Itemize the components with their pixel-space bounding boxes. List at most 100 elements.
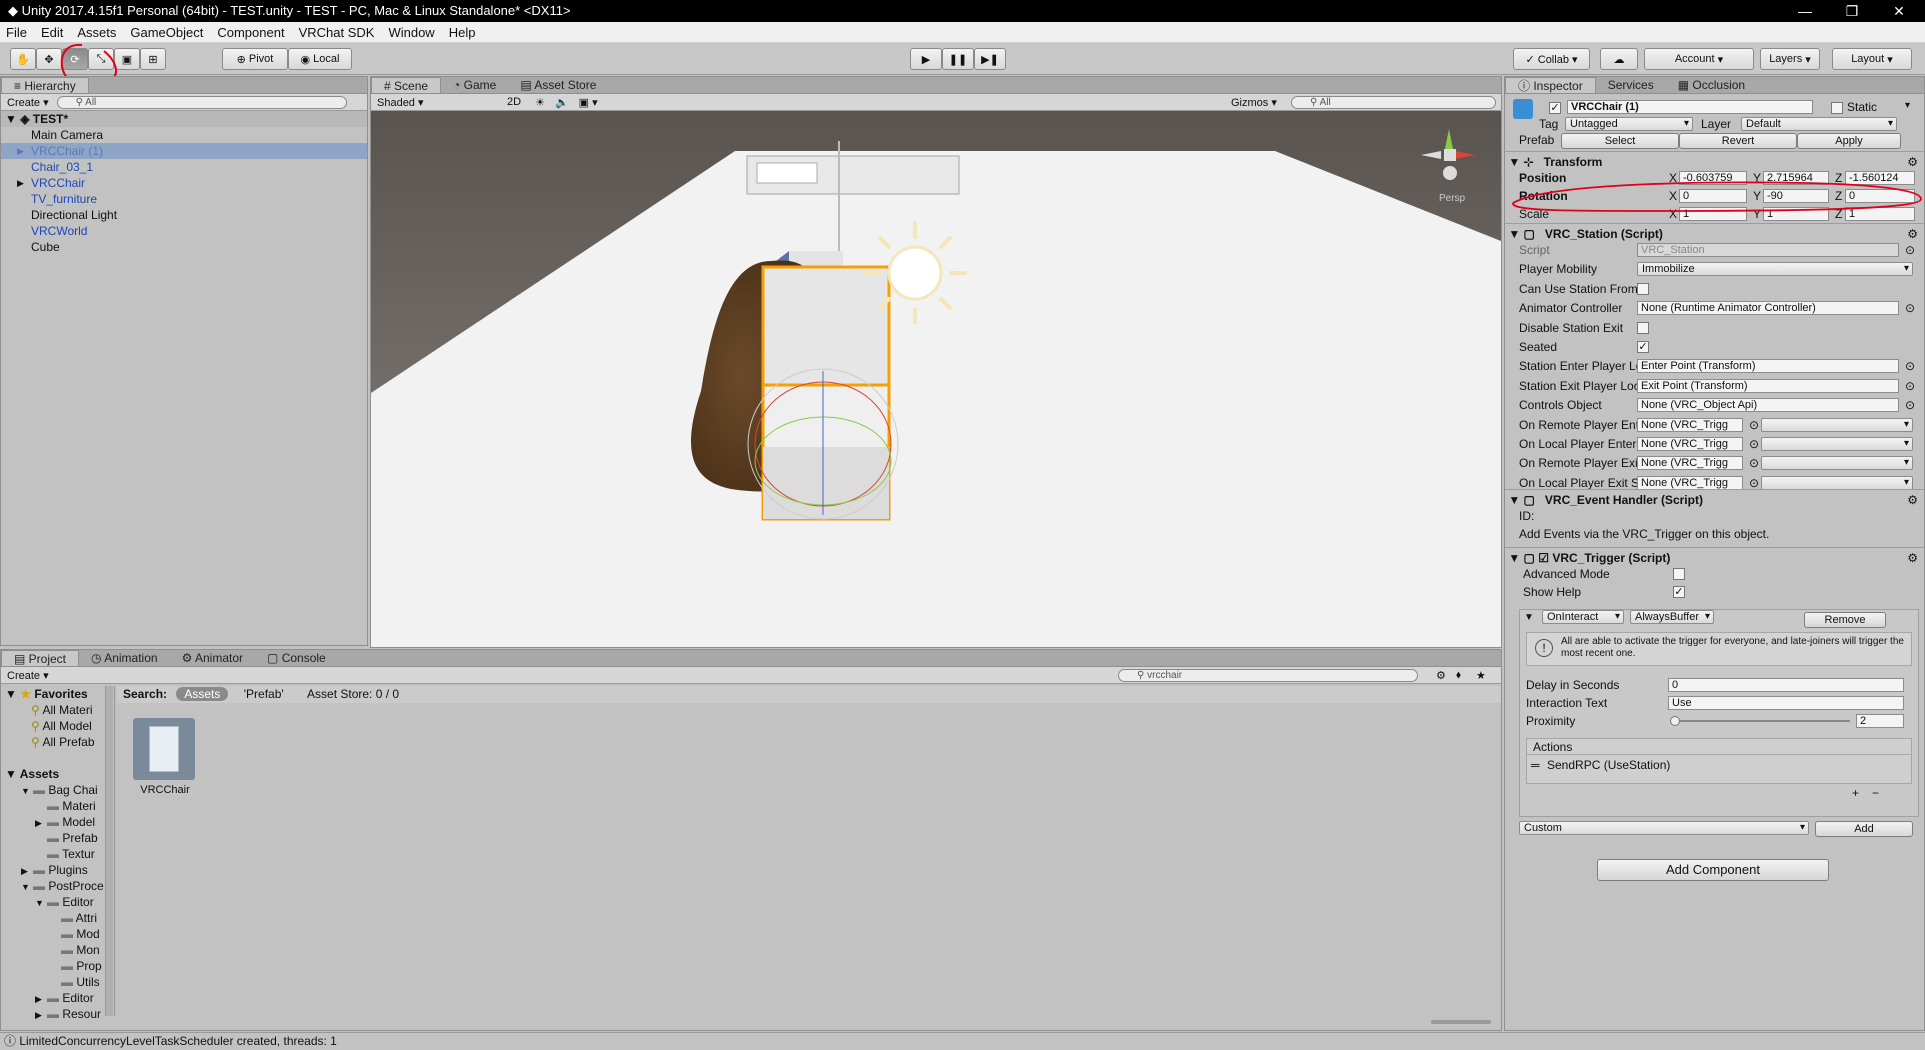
pause-button[interactable]: ❚❚: [942, 48, 974, 70]
station-object-field[interactable]: VRC_Station: [1637, 243, 1899, 257]
object-picker-icon[interactable]: ⊙: [1905, 396, 1915, 414]
tab-animation[interactable]: ◷ Animation: [79, 650, 170, 666]
action-item[interactable]: ═ SendRPC (UseStation): [1527, 755, 1911, 775]
station-object-field[interactable]: None (VRC_Trigg: [1637, 456, 1743, 471]
static-checkbox[interactable]: [1831, 102, 1843, 114]
add-component-button[interactable]: Add Component: [1597, 859, 1829, 881]
maximize-button[interactable]: ❐: [1832, 0, 1872, 22]
broadcast-type-dropdown[interactable]: AlwaysBuffer: [1630, 610, 1714, 624]
project-search-input[interactable]: ⚲ vrcchair: [1118, 669, 1418, 682]
folder-tree-item[interactable]: ▬ Prefab: [1, 830, 114, 846]
trigger-event-dropdown[interactable]: OnInteract: [1542, 610, 1624, 624]
assets-header[interactable]: ▼ Assets: [1, 766, 114, 782]
favorites-header[interactable]: ▼ ★ Favorites: [1, 686, 114, 702]
folder-tree-item[interactable]: ▶ ▬ Plugins: [1, 862, 114, 878]
favorite-item[interactable]: ⚲ All Model: [1, 718, 114, 734]
vrc-station-header[interactable]: ▼ ▢ VRC_Station (Script) ⚙: [1505, 223, 1924, 243]
station-object-field[interactable]: Enter Point (Transform): [1637, 359, 1899, 374]
station-method-dropdown[interactable]: [1761, 475, 1913, 490]
menu-window[interactable]: Window: [388, 25, 434, 40]
hierarchy-item[interactable]: Directional Light: [1, 207, 367, 223]
prefab-select-button[interactable]: Select: [1561, 133, 1679, 149]
show-help-checkbox[interactable]: ✓: [1673, 586, 1685, 598]
tab-project[interactable]: ▤ Project: [1, 650, 80, 666]
station-dropdown[interactable]: Immobilize: [1637, 262, 1913, 277]
object-picker-icon[interactable]: ⊙: [1905, 377, 1915, 395]
active-checkbox[interactable]: ✓: [1549, 102, 1561, 114]
advanced-mode-checkbox[interactable]: [1673, 568, 1685, 580]
hierarchy-item[interactable]: ▶ VRCChair (1): [1, 143, 367, 159]
station-object-field[interactable]: None (VRC_Trigg: [1637, 437, 1743, 451]
scene-root-row[interactable]: ▼ ◈ TEST*: [1, 111, 367, 127]
station-checkbox[interactable]: ✓: [1637, 341, 1649, 353]
object-picker-icon[interactable]: ⊙: [1905, 357, 1915, 375]
station-object-field[interactable]: None (VRC_Object Api): [1637, 398, 1899, 413]
folder-tree-item[interactable]: ▬ Mod: [1, 926, 114, 942]
object-picker-icon[interactable]: ⊙: [1749, 416, 1759, 434]
folder-tree-item[interactable]: ▬ Prop: [1, 958, 114, 974]
trigger-enabled-checkbox[interactable]: ☑: [1538, 551, 1549, 565]
folder-tree-item[interactable]: ▶ ▬ Resour: [1, 1006, 114, 1022]
station-object-field[interactable]: None (VRC_Trigg: [1637, 417, 1743, 432]
tag-dropdown[interactable]: Untagged: [1565, 117, 1693, 131]
add-trigger-button[interactable]: Add: [1815, 821, 1913, 837]
close-button[interactable]: ✕: [1879, 0, 1919, 22]
2d-toggle[interactable]: 2D: [507, 96, 521, 108]
folder-tree-item[interactable]: ▬ Utils: [1, 974, 114, 990]
proximity-field[interactable]: 2: [1856, 714, 1904, 728]
effects-icon[interactable]: ▣ ▾: [579, 96, 598, 109]
static-dropdown-icon[interactable]: ▾: [1905, 100, 1910, 111]
tree-scrollbar[interactable]: [105, 686, 113, 1016]
menu-help[interactable]: Help: [449, 25, 476, 40]
step-button[interactable]: ▶❚: [974, 48, 1006, 70]
object-picker-icon[interactable]: ⊙: [1749, 435, 1759, 453]
tab-hierarchy[interactable]: ≡ Hierarchy: [1, 77, 89, 93]
folder-tree-item[interactable]: ▼ ▬ Bag Chai: [1, 782, 114, 798]
gizmos-dropdown[interactable]: Gizmos ▾: [1231, 96, 1277, 109]
station-checkbox[interactable]: [1637, 321, 1649, 334]
tab-occlusion[interactable]: ▦ Occlusion: [1666, 77, 1757, 93]
audio-icon[interactable]: 🔈: [555, 96, 569, 109]
tab-asset-store[interactable]: ▤ Asset Store: [508, 77, 608, 93]
expand-arrow-icon[interactable]: ▶: [21, 863, 33, 878]
hand-tool-icon[interactable]: ✋: [10, 48, 36, 70]
tab-scene[interactable]: # Scene: [371, 77, 442, 93]
folder-tree-item[interactable]: ▶ ▬ Editor: [1, 990, 114, 1006]
favorite-item[interactable]: ⚲ All Prefab: [1, 734, 114, 750]
sun-light-icon[interactable]: [863, 221, 967, 325]
scope-prefab-button[interactable]: 'Prefab': [244, 687, 284, 701]
tab-services[interactable]: Services: [1596, 77, 1666, 93]
expand-arrow-icon[interactable]: ▼: [21, 783, 33, 798]
station-object-field[interactable]: None (VRC_Trigg: [1637, 475, 1743, 490]
project-create-button[interactable]: Create ▾: [7, 669, 49, 682]
proximity-slider[interactable]: [1670, 720, 1850, 722]
object-name-field[interactable]: VRCChair (1): [1567, 100, 1813, 114]
hierarchy-item[interactable]: Cube: [1, 239, 367, 255]
delay-field[interactable]: 0: [1668, 678, 1904, 692]
expand-arrow-icon[interactable]: ▼: [35, 895, 47, 910]
hierarchy-item[interactable]: TV_furniture: [1, 191, 367, 207]
folder-tree-item[interactable]: ▼ ▬ Editor: [1, 894, 114, 910]
hierarchy-item[interactable]: Chair_03_1: [1, 159, 367, 175]
folder-tree-item[interactable]: ▬ Mon: [1, 942, 114, 958]
folder-tree-item[interactable]: ▬ Textur: [1, 846, 114, 862]
layout-dropdown[interactable]: Layout ▾: [1832, 48, 1912, 70]
filter-type-icon[interactable]: ⚙: [1436, 669, 1446, 682]
drag-handle-icon[interactable]: ═: [1531, 755, 1540, 775]
expand-arrow-icon[interactable]: ▼: [21, 879, 33, 894]
remove-trigger-button[interactable]: Remove: [1804, 612, 1886, 628]
expand-arrow-icon[interactable]: ▶: [35, 815, 47, 830]
expand-arrow-icon[interactable]: ▶: [35, 1007, 47, 1022]
favorite-star-icon[interactable]: ★: [1476, 669, 1486, 682]
station-checkbox[interactable]: [1637, 282, 1649, 295]
collapse-arrow-icon[interactable]: ▼: [1524, 612, 1534, 623]
layer-dropdown[interactable]: Default: [1741, 117, 1897, 131]
object-picker-icon[interactable]: ⊙: [1749, 454, 1759, 472]
station-object-field[interactable]: None (Runtime Animator Controller): [1637, 301, 1899, 316]
hierarchy-create-button[interactable]: Create ▾: [7, 96, 49, 109]
scope-asset-store-button[interactable]: Asset Store: 0 / 0: [307, 687, 399, 701]
scene-viewport[interactable]: Persp: [371, 111, 1501, 647]
proximity-slider-thumb[interactable]: [1670, 716, 1680, 726]
hierarchy-item[interactable]: VRCWorld: [1, 223, 367, 239]
filter-label-icon[interactable]: ⬧: [1456, 669, 1461, 682]
